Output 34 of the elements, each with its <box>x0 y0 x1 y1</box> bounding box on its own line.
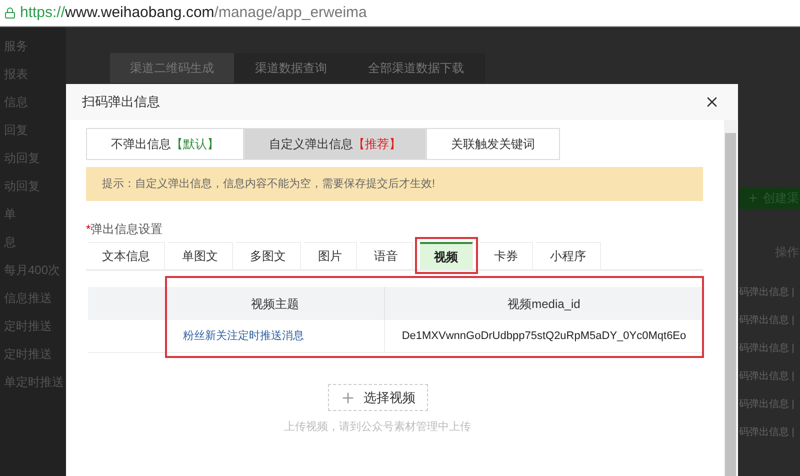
column-header: 视频media_id <box>384 287 703 320</box>
mode-tab[interactable]: 自定义弹出信息【推荐】 <box>244 128 426 160</box>
mode-tab[interactable]: 不弹出信息【默认】 <box>86 128 244 160</box>
upload-hint: 上传视频，请到公众号素材管理中上传 <box>284 420 471 435</box>
dialog-title: 扫码弹出信息 <box>82 93 160 112</box>
type-tab[interactable]: 单图文 <box>168 242 233 269</box>
video-title-link[interactable]: 粉丝新关注定时推送消息 <box>183 328 304 344</box>
select-video-button[interactable]: 选择视频 <box>328 384 428 411</box>
background-tab[interactable]: 渠道二维码生成 <box>110 53 235 83</box>
column-header: 视频主题 <box>165 287 384 320</box>
type-tab[interactable]: 小程序 <box>536 242 601 269</box>
action-link[interactable]: 码弹出信息 | <box>739 341 794 357</box>
action-link[interactable]: 码弹出信息 | <box>739 425 794 441</box>
type-tab[interactable]: 图片 <box>304 242 357 269</box>
notice-banner: 提示：自定义弹出信息，信息内容不能为空，需要保存提交后才生效! <box>86 167 703 201</box>
lock-icon <box>4 7 16 19</box>
action-link[interactable]: 码弹出信息 | <box>739 313 794 329</box>
url-text: https://www.weihaobang.com/manage/app_erweima <box>20 2 367 23</box>
action-link[interactable]: 码弹出信息 | <box>739 285 794 301</box>
type-tab[interactable]: 卡券 <box>480 242 533 269</box>
action-link[interactable]: 码弹出信息 | <box>739 369 794 385</box>
plus-icon <box>747 192 759 204</box>
type-tab[interactable]: 语音 <box>360 242 413 269</box>
media-id-cell: De1MXVwnnGoDrUdbpp75stQ2uRpM5aDY_0Yc0Mqt6Eo <box>384 320 703 352</box>
section-label: *弹出信息设置 <box>86 221 164 238</box>
address-bar[interactable]: https://www.weihaobang.com/manage/app_erweima <box>0 0 800 27</box>
background-tab[interactable]: 全部渠道数据下载 <box>348 53 485 83</box>
action-link[interactable]: 码弹出信息 | <box>739 397 794 413</box>
plus-icon <box>340 390 356 406</box>
type-tab[interactable]: 多图文 <box>236 242 301 269</box>
mode-tab[interactable]: 关联触发关键词 <box>426 128 560 160</box>
type-tab[interactable]: 文本信息 <box>88 242 165 269</box>
background-tab[interactable]: 渠道数据查询 <box>235 53 348 83</box>
scrollbar[interactable] <box>724 120 737 476</box>
